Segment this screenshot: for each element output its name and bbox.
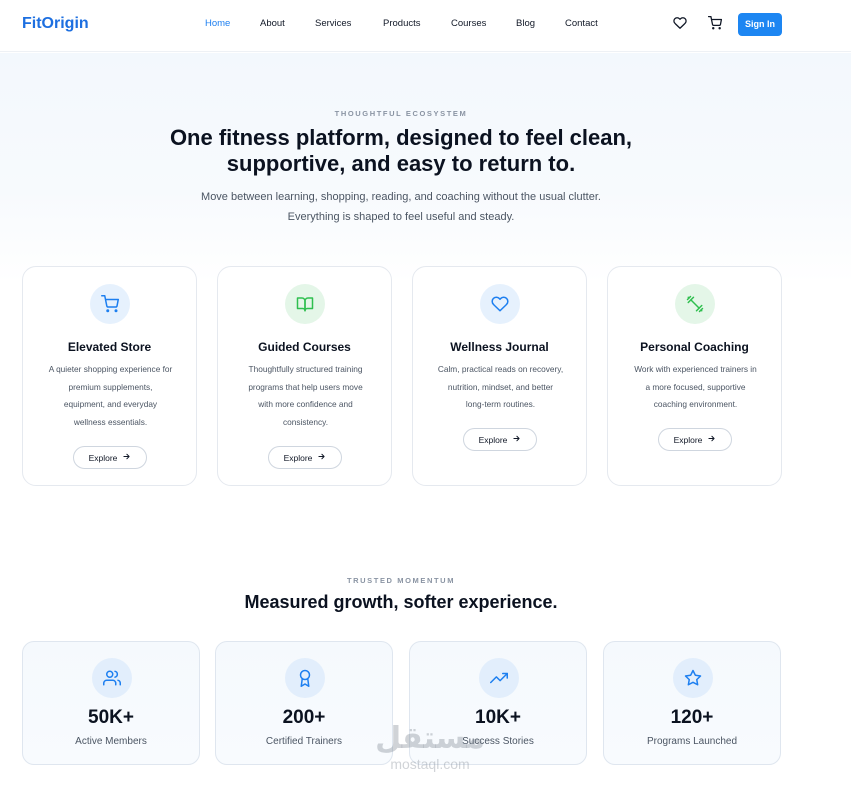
heart-icon (480, 284, 520, 324)
feature-desc-line: coaching environment. (653, 399, 738, 409)
stat-label: Active Members (75, 736, 147, 747)
feature-card-journal: Wellness Journal Calm, practical reads o… (412, 266, 587, 486)
trending-up-icon (479, 658, 519, 698)
stats-title: Measured growth, softer experience. (244, 592, 558, 612)
feature-title: Elevated Store (67, 340, 152, 354)
watermark-arabic: مستقل (375, 721, 485, 756)
explore-coaching-button[interactable]: Explore (658, 428, 732, 451)
feature-card-courses: Guided Courses Thoughtfully structured t… (217, 266, 392, 486)
award-icon (285, 658, 325, 698)
hero-subtitle-line-1: Move between learning, shopping, reading… (201, 191, 601, 203)
explore-label: Explore (283, 452, 313, 463)
hero-subtitle-line-2: Everything is shaped to feel useful and … (287, 211, 515, 223)
explore-courses-button[interactable]: Explore (268, 446, 342, 469)
hero-title: One fitness platform, designed to feel c… (0, 125, 802, 177)
arrow-right-icon (512, 434, 521, 445)
nav-link-courses[interactable]: Courses (451, 18, 486, 29)
brand-logo[interactable]: FitOrigin (22, 15, 89, 33)
nav-link-about[interactable]: About (260, 18, 285, 29)
hero-title-line-1: One fitness platform, designed to feel c… (169, 125, 633, 150)
stat-card-trainers: 200+ Certified Trainers (215, 641, 393, 765)
hero-eyebrow: THOUGHTFUL ECOSYSTEM (334, 109, 468, 118)
sign-in-button[interactable]: Sign In (738, 13, 782, 36)
watermark-latin: mostaql.com (390, 756, 470, 772)
cart-icon (90, 284, 130, 324)
feature-desc-line: with more confidence and (258, 399, 353, 409)
stat-value: 120+ (670, 707, 714, 728)
feature-desc-line: Thoughtfully structured training (248, 364, 363, 374)
stats-eyebrow: TRUSTED MOMENTUM (346, 576, 456, 585)
nav-link-contact[interactable]: Contact (565, 18, 598, 29)
hero-subtitle: Move between learning, shopping, reading… (0, 187, 802, 227)
explore-store-button[interactable]: Explore (73, 446, 147, 469)
watermark: مستقل mostaql.com (370, 722, 490, 778)
nav-link-blog[interactable]: Blog (516, 18, 535, 29)
feature-desc-line: equipment, and everyday (63, 399, 158, 409)
feature-description: Work with experienced trainers in a more… (622, 361, 769, 414)
feature-description: Thoughtfully structured training program… (232, 361, 379, 431)
stat-value: 200+ (282, 707, 326, 728)
explore-label: Explore (478, 434, 508, 445)
wishlist-heart-icon[interactable] (673, 16, 689, 32)
feature-title: Guided Courses (258, 340, 351, 354)
stat-value: 50K+ (88, 707, 134, 728)
explore-journal-button[interactable]: Explore (463, 428, 537, 451)
star-icon (673, 658, 713, 698)
feature-desc-line: long-term routines. (465, 399, 536, 409)
nav-link-products[interactable]: Products (383, 18, 421, 29)
hero-title-line-2: supportive, and easy to return to. (226, 151, 576, 176)
stat-label: Programs Launched (646, 736, 738, 747)
feature-desc-line: premium supplements, (68, 381, 153, 392)
feature-desc-line: programs that help users move (248, 381, 363, 392)
feature-description: Calm, practical reads on recovery, nutri… (427, 361, 574, 414)
stat-card-programs: 120+ Programs Launched (603, 641, 781, 765)
users-icon (92, 658, 132, 698)
stat-label: Certified Trainers (265, 736, 343, 747)
feature-title: Personal Coaching (640, 340, 749, 354)
explore-label: Explore (673, 434, 703, 445)
feature-desc-line: nutrition, mindset, and better (447, 381, 554, 392)
feature-card-coaching: Personal Coaching Work with experienced … (607, 266, 782, 486)
nav-link-services[interactable]: Services (315, 18, 351, 29)
dumbbell-icon (675, 284, 715, 324)
cart-icon[interactable] (707, 15, 724, 32)
arrow-right-icon (122, 452, 131, 463)
feature-title: Wellness Journal (450, 340, 549, 354)
arrow-right-icon (317, 452, 326, 463)
book-icon (285, 284, 325, 324)
feature-desc-line: Calm, practical reads on recovery, (437, 364, 564, 374)
arrow-right-icon (707, 434, 716, 445)
feature-card-store: Elevated Store A quieter shopping experi… (22, 266, 197, 486)
explore-label: Explore (88, 452, 118, 463)
feature-description: A quieter shopping experience for premiu… (37, 361, 184, 431)
top-navbar: FitOrigin Home About Services Products C… (0, 0, 851, 52)
feature-desc-line: Work with experienced trainers in (634, 364, 757, 374)
feature-desc-line: consistency. (282, 416, 329, 427)
nav-link-home[interactable]: Home (205, 18, 230, 29)
feature-desc-line: wellness essentials. (73, 416, 148, 427)
stat-card-members: 50K+ Active Members (22, 641, 200, 765)
feature-desc-line: A quieter shopping experience for (48, 364, 173, 374)
feature-desc-line: a more focused, supportive (645, 381, 746, 392)
